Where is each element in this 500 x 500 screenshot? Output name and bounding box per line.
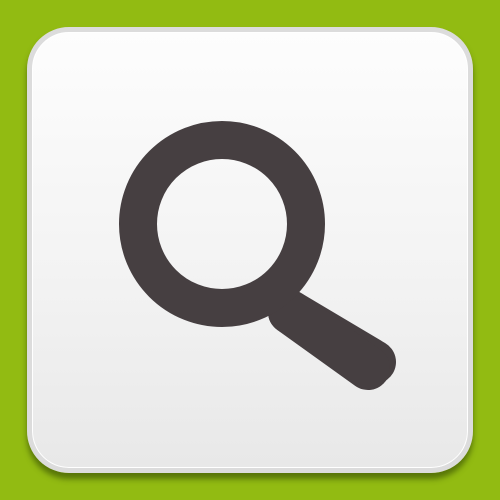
search-icon-lens	[119, 121, 325, 327]
search-button[interactable]	[27, 27, 473, 473]
search-icon	[119, 121, 396, 390]
icon-background	[0, 0, 500, 500]
